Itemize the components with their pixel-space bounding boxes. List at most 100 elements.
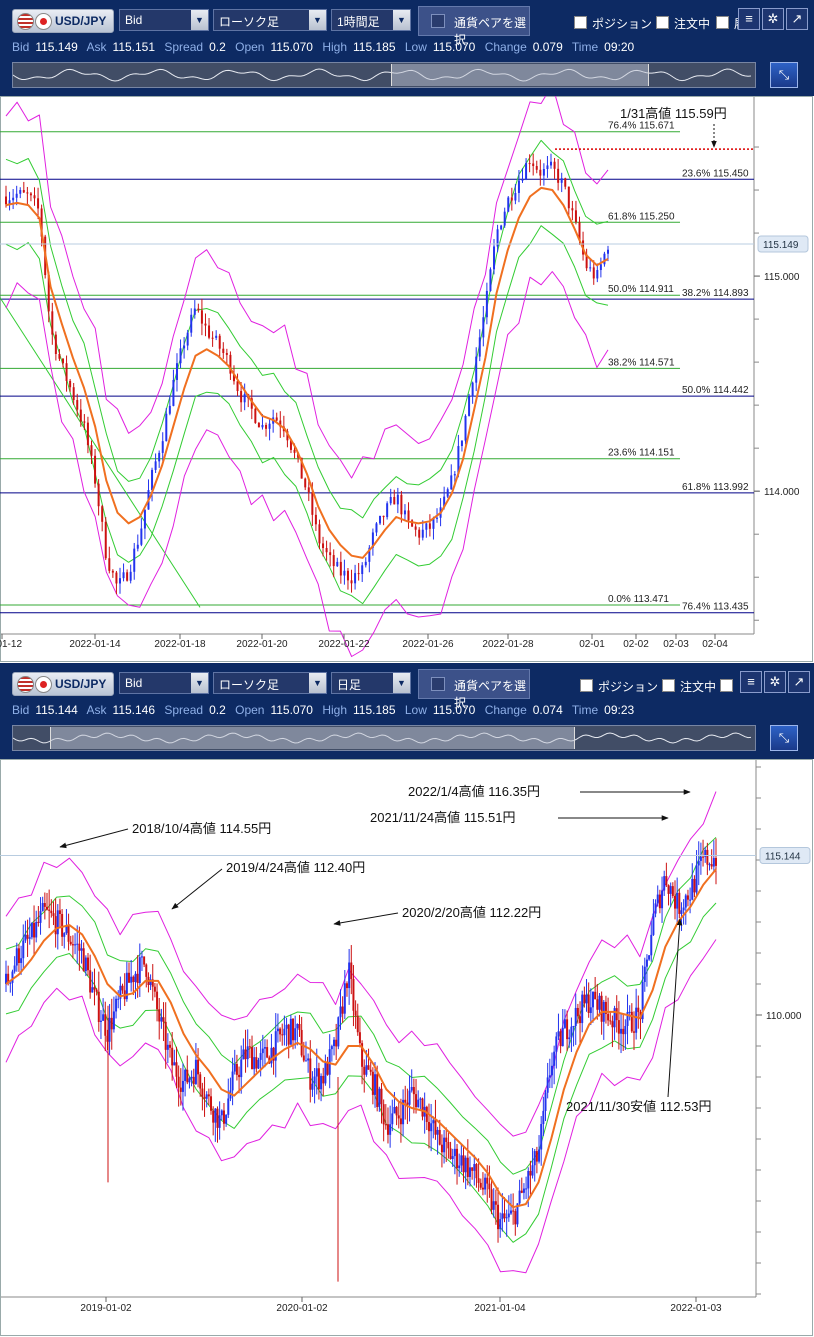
candle-body [243, 394, 246, 403]
candle-body [712, 857, 715, 867]
candle-body [478, 337, 481, 357]
price-type-select[interactable]: Bid ▼ [119, 9, 209, 31]
currency-pair-label: USD/JPY [55, 14, 107, 28]
candle-body [80, 948, 83, 951]
candle-body [12, 197, 15, 201]
candle-body [158, 1009, 161, 1022]
candle-body [218, 335, 221, 349]
candle-body [63, 933, 66, 937]
candle-body [24, 934, 27, 941]
candle-body [214, 1108, 217, 1123]
fib-level-label: 23.6% 114.151 [608, 448, 675, 459]
candle-body [336, 561, 339, 567]
candle-body [489, 269, 492, 291]
candle-body [650, 934, 653, 956]
ask-value: 115.146 [112, 703, 156, 717]
candle-body [682, 907, 685, 911]
candle-body [156, 991, 159, 1010]
candle-body [382, 1104, 385, 1125]
candle-body [117, 998, 120, 1000]
candle-body [317, 1068, 320, 1090]
candle-body [184, 1069, 187, 1081]
candle-body [346, 570, 349, 581]
candle-body [293, 449, 296, 453]
candle-body [203, 1096, 206, 1099]
candle-body [379, 515, 382, 524]
fib-level-label: 50.0% 114.911 [608, 284, 674, 295]
zoom-toggle-button[interactable]: ⤡ [770, 725, 798, 751]
annotation-arrow [667, 918, 683, 1098]
candle-body [477, 1178, 480, 1183]
low-value: 115.070 [432, 40, 476, 54]
candle-body [503, 211, 506, 226]
candle-body [396, 494, 399, 505]
candle-body [298, 1024, 301, 1030]
candle-body [464, 415, 467, 441]
candle-body [350, 580, 353, 584]
candle-body [26, 934, 29, 939]
candle-body [240, 1059, 243, 1078]
currency-pair-button[interactable]: USD/JPY [12, 672, 114, 696]
candle-body [138, 957, 141, 984]
candle-body [240, 391, 243, 403]
chart-plot-area[interactable]: 115.144 110.000 2019-01-02 2020-01-02 2021-0… [0, 759, 814, 1337]
candle-body [296, 1024, 299, 1029]
candle-body [132, 976, 135, 983]
order-label: 注文中 [674, 17, 711, 31]
checkbox-icon [656, 16, 669, 29]
navigator-window-handle[interactable] [391, 64, 650, 86]
candle-body [380, 1088, 383, 1105]
quote-bar: Bid 115.144 Ask 115.146 Spread 0.2 Open 115.… [12, 703, 640, 719]
candle-body [620, 1028, 623, 1034]
candle-body [503, 1213, 506, 1219]
chart-navigator[interactable] [12, 725, 756, 751]
candle-body [22, 940, 25, 959]
gear-icon[interactable]: ✲ [764, 671, 786, 693]
menu-icon[interactable]: ≡ [738, 8, 760, 30]
currency-pair-button[interactable]: USD/JPY [12, 9, 114, 33]
candle-body [436, 517, 439, 519]
popout-arrow-icon[interactable]: ↗ [788, 671, 810, 693]
candle-body [693, 878, 696, 893]
chart-type-select[interactable]: ローソク足 ▼ [213, 672, 327, 694]
candle-body [89, 970, 92, 993]
chart-plot-area[interactable]: 76.4% 115.671 23.6% 115.450 61.8% 115.250 5… [0, 96, 814, 663]
x-tick-label: 2022-01-03 [670, 1303, 722, 1314]
zoom-toggle-button[interactable]: ⤡ [770, 62, 798, 88]
candle-body [35, 921, 38, 938]
fib-level-label: 0.0% 113.471 [608, 594, 669, 605]
candle-body [533, 1151, 536, 1166]
candle-body [544, 1092, 547, 1111]
candle-body [538, 1149, 541, 1162]
pair-select-button[interactable]: 通貨ペアを選択 [418, 6, 530, 47]
menu-icon[interactable]: ≡ [740, 671, 762, 693]
candle-body [699, 856, 702, 861]
popout-arrow-icon[interactable]: ↗ [786, 8, 808, 30]
gear-icon[interactable]: ✲ [762, 8, 784, 30]
price-type-select[interactable]: Bid ▼ [119, 672, 209, 694]
timeframe-select[interactable]: 日足 ▼ [331, 672, 411, 694]
timeframe-select[interactable]: 1時間足 ▼ [331, 9, 411, 31]
candle-body [322, 543, 325, 549]
candle-body [691, 878, 694, 900]
current-price-label: 115.149 [763, 240, 799, 251]
candle-body [175, 363, 178, 380]
position-label: ポジション [592, 17, 653, 31]
chart-navigator[interactable] [12, 62, 756, 88]
pair-select-button[interactable]: 通貨ペアを選択 [418, 669, 530, 710]
candle-body [104, 521, 107, 559]
chart-type-select[interactable]: ローソク足 ▼ [213, 9, 327, 31]
open-value: 115.070 [270, 703, 313, 717]
candle-body [315, 1068, 318, 1077]
checkbox-icon [662, 679, 675, 692]
currency-pair-label: USD/JPY [55, 677, 107, 691]
candle-body [231, 1071, 234, 1091]
candle-body [197, 1059, 200, 1075]
candle-body [341, 1006, 344, 1014]
annotation-arrow [333, 912, 399, 926]
candle-body [188, 1078, 191, 1083]
candle-body [363, 1066, 366, 1075]
candle-body [43, 903, 46, 907]
navigator-window-handle[interactable] [50, 727, 576, 749]
candle-body [689, 899, 692, 901]
